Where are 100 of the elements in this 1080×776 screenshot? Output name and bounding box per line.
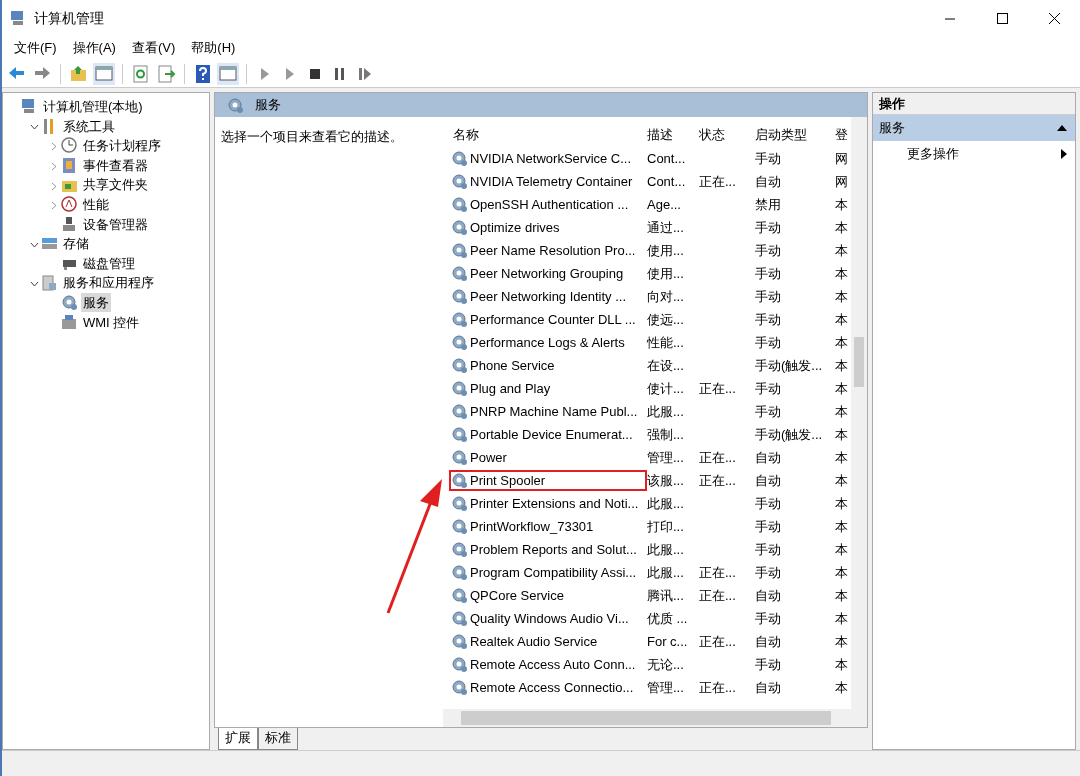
- component-icon: [61, 313, 78, 331]
- service-name[interactable]: Realtek Audio Service: [470, 631, 598, 652]
- table-cell-text: Cont...: [647, 172, 687, 191]
- folder-up-icon[interactable]: [69, 63, 89, 84]
- pane-icon: [218, 63, 238, 84]
- service-name[interactable]: Remote Access Connectio...: [470, 677, 634, 698]
- table-cell-text: 本: [835, 563, 849, 582]
- service-name[interactable]: Program Compatibility Assi...: [470, 562, 637, 583]
- table-cell-text: 手动: [755, 149, 782, 168]
- collapsed-caret-icon[interactable]: [51, 142, 57, 152]
- table-cell-text: 自动: [755, 172, 782, 191]
- horizontal-scrollbar[interactable]: [443, 709, 867, 727]
- table-cell-text: 使用...: [647, 241, 685, 260]
- menu-item[interactable]: 查看(V): [125, 38, 182, 58]
- table-cell-text: 本: [835, 195, 849, 214]
- service-name[interactable]: NVIDIA Telemetry Container: [470, 171, 633, 192]
- tree-item[interactable]: 服务和应用程序: [61, 273, 156, 293]
- collapsed-caret-icon[interactable]: [51, 161, 57, 171]
- tree-item[interactable]: 磁盘管理: [81, 253, 137, 274]
- service-name[interactable]: PNRP Machine Name Publ...: [470, 401, 638, 422]
- tree-item[interactable]: 事件查看器: [81, 155, 150, 176]
- table-cell-text: 此服...: [647, 540, 685, 559]
- table-cell-text: 自动: [755, 586, 782, 605]
- service-name[interactable]: Phone Service: [470, 355, 555, 376]
- service-name[interactable]: Performance Counter DLL ...: [470, 309, 636, 330]
- tab[interactable]: 标准: [258, 728, 298, 750]
- gear-icon: [451, 587, 468, 604]
- menu-item[interactable]: 操作(A): [66, 38, 122, 58]
- service-name[interactable]: Quality Windows Audio Vi...: [470, 608, 629, 629]
- table-cell-text: 自动: [755, 678, 782, 697]
- tree-item[interactable]: 计算机管理(本地): [41, 97, 145, 117]
- tree-item[interactable]: 性能: [81, 195, 111, 215]
- action-item[interactable]: 更多操作: [873, 141, 1075, 167]
- column-header[interactable]: 状态: [699, 125, 755, 145]
- tree-item[interactable]: 服务: [81, 293, 111, 313]
- service-name[interactable]: Remote Access Auto Conn...: [470, 654, 636, 675]
- service-name[interactable]: Peer Networking Identity ...: [470, 286, 627, 307]
- service-name[interactable]: Power: [470, 447, 507, 468]
- service-name[interactable]: Optimize drives: [470, 217, 560, 238]
- service-name[interactable]: Peer Networking Grouping: [470, 263, 624, 284]
- export-icon[interactable]: [156, 63, 176, 84]
- table-cell-text: 此服...: [647, 494, 685, 513]
- service-name[interactable]: PrintWorkflow_73301: [470, 516, 594, 537]
- service-name[interactable]: Problem Reports and Solut...: [470, 539, 637, 560]
- column-header[interactable]: 登: [835, 125, 851, 145]
- table-cell-text: 手动: [755, 287, 782, 306]
- maximize-icon[interactable]: [994, 10, 1010, 26]
- table-cell-text: 管理...: [647, 678, 685, 697]
- service-name[interactable]: Plug and Play: [470, 378, 551, 399]
- panel-title: 服务: [255, 96, 281, 115]
- collapsed-caret-icon[interactable]: [51, 201, 57, 211]
- service-name[interactable]: Print Spooler: [470, 470, 546, 491]
- table-cell-text: 手动: [755, 310, 782, 329]
- column-header[interactable]: 描述: [647, 125, 699, 145]
- vertical-scrollbar[interactable]: [851, 117, 867, 709]
- actions-section-header[interactable]: 服务: [873, 115, 1075, 141]
- pane-toggle-button[interactable]: [217, 62, 239, 85]
- column-header[interactable]: 名称: [449, 125, 647, 145]
- gauge-icon: [61, 196, 78, 214]
- menu-item[interactable]: 帮助(H): [185, 38, 242, 58]
- service-name[interactable]: Performance Logs & Alerts: [470, 332, 625, 353]
- collapsed-caret-icon[interactable]: [51, 181, 57, 191]
- expanded-caret-icon[interactable]: [29, 241, 39, 248]
- expanded-caret-icon[interactable]: [29, 124, 39, 131]
- table-cell-text: 正在...: [699, 379, 737, 398]
- gear-icon: [451, 403, 468, 420]
- help-icon[interactable]: [193, 63, 213, 84]
- service-name[interactable]: Portable Device Enumerat...: [470, 424, 633, 445]
- service-name[interactable]: Peer Name Resolution Pro...: [470, 240, 636, 261]
- tree-item[interactable]: 存储: [61, 234, 91, 254]
- table-cell-text: 本: [835, 586, 849, 605]
- tree-item[interactable]: WMI 控件: [81, 312, 142, 333]
- menu-item[interactable]: 文件(F): [8, 38, 63, 58]
- table-cell-text: 网: [835, 172, 849, 191]
- expanded-caret-icon[interactable]: [29, 281, 39, 287]
- service-name[interactable]: NVIDIA NetworkService C...: [470, 148, 632, 169]
- close-icon[interactable]: [1046, 10, 1062, 26]
- table-cell-text: 手动: [755, 264, 782, 283]
- tree-item[interactable]: 系统工具: [61, 116, 117, 137]
- pane-toggle-button[interactable]: [93, 62, 115, 85]
- tree-item[interactable]: 任务计划程序: [81, 136, 163, 156]
- service-name[interactable]: OpenSSH Authentication ...: [470, 194, 629, 215]
- table-cell-text: 在设...: [647, 356, 685, 375]
- table-cell-text: 手动: [755, 609, 782, 628]
- gear-icon: [451, 357, 468, 374]
- gear-icon: [451, 426, 468, 443]
- service-name[interactable]: QPCore Service: [470, 585, 564, 606]
- tree-item[interactable]: 共享文件夹: [81, 175, 150, 195]
- table-cell-text: 本: [835, 471, 849, 490]
- gear-icon: [451, 449, 468, 466]
- table-cell-text: For c...: [647, 632, 689, 651]
- column-header[interactable]: 启动类型: [755, 125, 835, 145]
- table-cell-text: 无论...: [647, 655, 685, 674]
- service-name[interactable]: Printer Extensions and Noti...: [470, 493, 639, 514]
- tab[interactable]: 扩展: [218, 728, 258, 750]
- pane-icon: [94, 63, 114, 84]
- gear-icon: [451, 518, 468, 535]
- refresh-icon[interactable]: [131, 63, 151, 84]
- gear-icon: [451, 288, 468, 305]
- tree-item[interactable]: 设备管理器: [81, 214, 150, 235]
